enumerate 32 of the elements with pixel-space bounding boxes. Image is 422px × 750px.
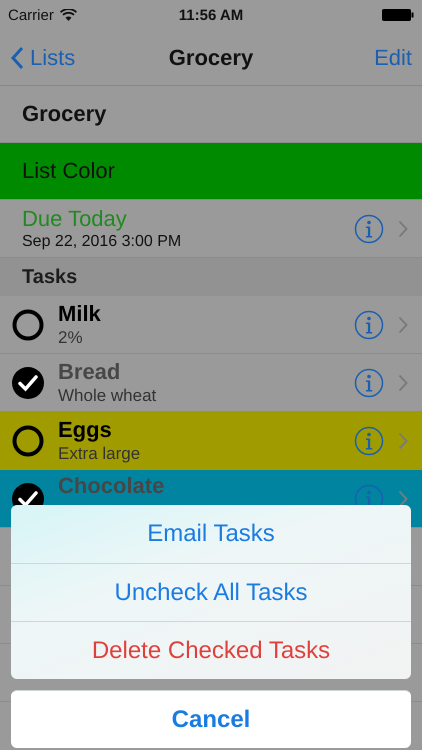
unchecked-circle-icon[interactable] — [10, 306, 46, 342]
wifi-icon — [60, 9, 77, 21]
list-name: Grocery — [22, 101, 106, 127]
section-header: Tasks — [22, 266, 78, 288]
task-name: Bread — [58, 359, 122, 385]
battery-icon — [382, 9, 414, 21]
chevron-icon — [398, 432, 408, 450]
task-row[interactable]: Eggs Extra large — [0, 412, 422, 470]
chevron-icon — [398, 220, 408, 238]
task-name: Eggs — [58, 417, 113, 443]
nav-title: Grocery — [168, 44, 254, 70]
time-label: 11:56 AM — [178, 6, 244, 24]
chevron-icon — [398, 316, 408, 334]
action-button[interactable]: Delete Checked Tasks — [11, 621, 411, 679]
due-date: Sep 22, 2016 3:00 PM — [22, 233, 182, 251]
checked-circle-icon[interactable] — [10, 364, 46, 400]
action-button[interactable]: Uncheck All Tasks — [11, 563, 411, 621]
back-chevron-icon — [10, 46, 24, 70]
list-color-row[interactable]: List Color — [0, 143, 422, 200]
chevron-icon — [398, 374, 408, 392]
back-button[interactable]: Lists — [10, 44, 120, 70]
carrier-label: Carrier — [8, 6, 54, 24]
due-label: Due Today — [22, 206, 128, 232]
cancel-button[interactable]: Cancel — [11, 690, 411, 748]
edit-button[interactable]: Edit — [302, 44, 412, 70]
task-note: 2% — [58, 328, 84, 348]
task-note: Extra large — [58, 444, 142, 464]
unchecked-circle-icon[interactable] — [10, 422, 46, 458]
chevron-icon — [398, 490, 408, 508]
task-name: Chocolate — [58, 473, 166, 499]
task-note: Whole wheat — [58, 386, 158, 406]
task-name: Milk — [58, 301, 102, 327]
